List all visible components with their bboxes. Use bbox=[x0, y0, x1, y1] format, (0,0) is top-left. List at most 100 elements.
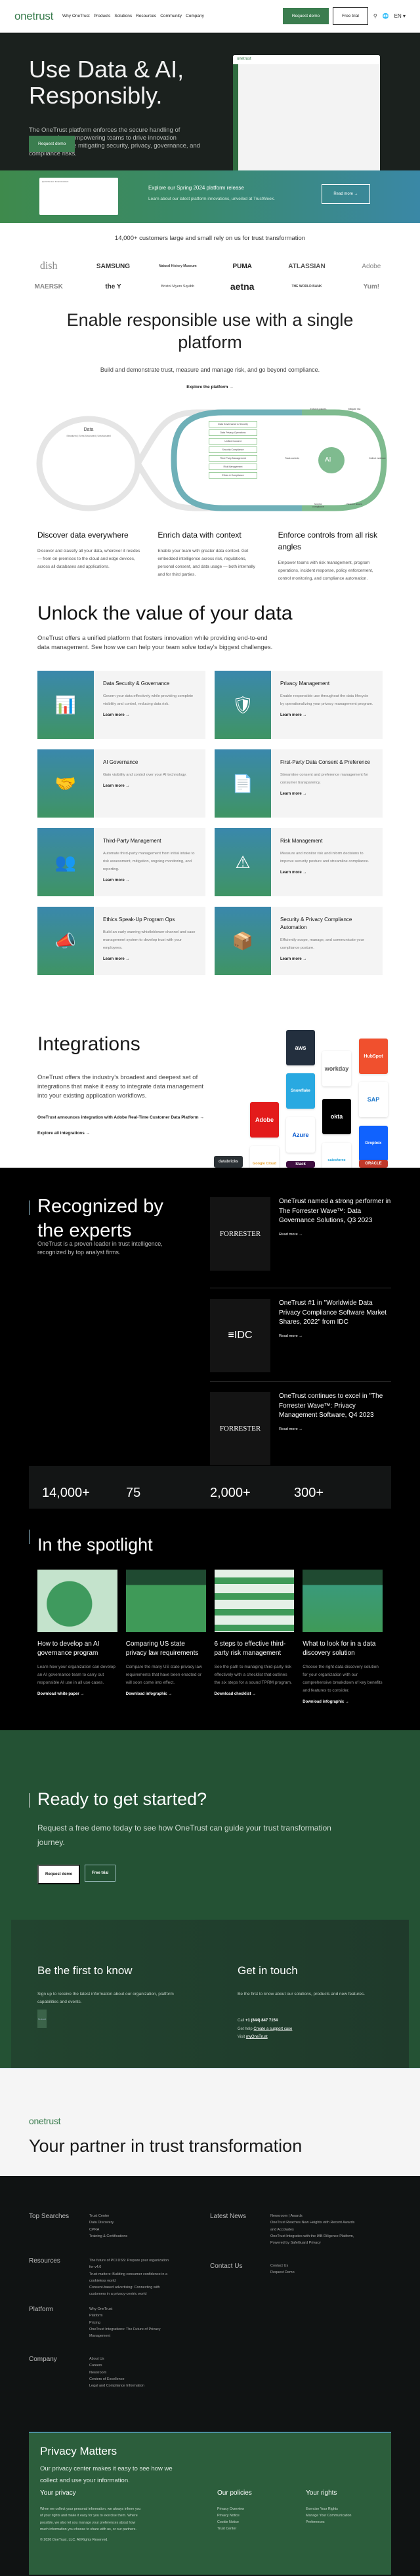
learn-more-link[interactable]: Learn more → bbox=[280, 957, 373, 961]
footer-onetrust-logo[interactable]: onetrust bbox=[29, 2116, 60, 2126]
solution-card[interactable]: 📣 Ethics Speak-Up Program Ops Build an ear… bbox=[37, 907, 205, 975]
download-link[interactable]: Download checklist → bbox=[215, 1692, 295, 1696]
snowflake-tile[interactable]: Snowflake bbox=[286, 1073, 315, 1109]
footer-link[interactable]: Contact Us bbox=[270, 2263, 388, 2269]
policy-link[interactable]: Trust Center bbox=[217, 2526, 306, 2532]
stat-value: 14,000+ bbox=[42, 1486, 90, 1500]
diagram-product: Security Compliance bbox=[209, 446, 257, 453]
nav-company[interactable]: Company bbox=[186, 14, 204, 18]
download-link[interactable]: Download infographic → bbox=[303, 1700, 383, 1704]
learn-more-link[interactable]: Learn more → bbox=[103, 784, 187, 788]
solution-card[interactable]: 📊 Data Security & Governance Govern your d… bbox=[37, 671, 205, 739]
explore-integrations-link[interactable]: Explore all integrations → bbox=[37, 1131, 90, 1136]
learn-more-link[interactable]: Learn more → bbox=[103, 879, 196, 882]
search-icon[interactable]: ⚲ bbox=[373, 13, 377, 19]
nav-products[interactable]: Products bbox=[94, 14, 111, 18]
footer-link[interactable]: The future of PCI DSS: Prepare your orga… bbox=[89, 2257, 171, 2271]
newsletter-submit-button[interactable]: Submit bbox=[37, 2010, 47, 2028]
read-more-link[interactable]: Read more → bbox=[279, 1427, 391, 1431]
solution-card[interactable]: 📄 First-Party Data Consent & Preference St… bbox=[215, 749, 383, 818]
solution-card[interactable]: 🛡 Privacy Management Enable responsible us… bbox=[215, 671, 383, 739]
customer-logos: dish SAMSUNG Natural History Museum PUMA… bbox=[0, 242, 420, 292]
slack-tile[interactable]: Slack bbox=[286, 1161, 315, 1168]
aws-tile[interactable]: aws bbox=[286, 1030, 315, 1065]
download-link[interactable]: Download infographic → bbox=[126, 1692, 206, 1696]
footer-link[interactable]: Platform bbox=[89, 2312, 171, 2319]
ready-free-trial-button[interactable]: Free trial bbox=[85, 1865, 116, 1882]
policy-link[interactable]: Cookie Notice bbox=[217, 2519, 306, 2526]
footer-link[interactable]: OneTrust Integrates with the IAB Diligen… bbox=[270, 2233, 356, 2247]
spotlight-card[interactable]: Comparing US state privacy law requireme… bbox=[125, 1570, 206, 1704]
spotlight-card[interactable]: 6 steps to effective third-party risk ma… bbox=[214, 1570, 295, 1704]
footer-link[interactable]: OneTrust Integrations: The Future of Pri… bbox=[89, 2326, 171, 2340]
footer-link[interactable]: Training & Certifications bbox=[89, 2233, 207, 2240]
rights-link[interactable]: Exercise Your Rights bbox=[306, 2506, 358, 2512]
adobe-tile[interactable]: Adobe bbox=[250, 1102, 279, 1138]
oracle-tile[interactable]: ORACLE bbox=[359, 1160, 388, 1168]
nav-community[interactable]: Community bbox=[160, 14, 182, 18]
learn-more-link[interactable]: Learn more → bbox=[280, 792, 373, 796]
footer-group-resources: Resources The future of PCI DSS: Prepare… bbox=[29, 2257, 171, 2298]
card-text: Build an early warning whistleblower cha… bbox=[103, 930, 196, 950]
learn-more-link[interactable]: Learn more → bbox=[280, 871, 373, 875]
nav-resources[interactable]: Resources bbox=[136, 14, 156, 18]
footer-link[interactable]: Pricing bbox=[89, 2320, 171, 2326]
rights-link[interactable]: Manage Your Communication Preferences bbox=[306, 2512, 358, 2526]
footer-link[interactable]: Newsroom | Awards bbox=[270, 2213, 356, 2219]
learn-more-link[interactable]: Learn more → bbox=[103, 713, 196, 717]
footer-link[interactable]: CPRA bbox=[89, 2227, 207, 2233]
solution-card[interactable]: ⚠ Risk Management Measure and monitor risk… bbox=[215, 828, 383, 896]
spotlight-card[interactable]: How to develop an AI governance program … bbox=[37, 1570, 117, 1704]
phone-number[interactable]: +1 (844) 847 7154 bbox=[245, 2019, 278, 2023]
recognized-section: Recognized by the experts OneTrust is a … bbox=[0, 1168, 420, 1541]
hero-section: Use Data & AI, Responsibly. The OneTrust… bbox=[0, 33, 420, 173]
azure-tile[interactable]: Azure bbox=[286, 1117, 315, 1153]
language-select[interactable]: EN ▾ bbox=[394, 13, 406, 19]
onetrust-logo[interactable]: onetrust bbox=[14, 10, 53, 23]
explore-platform-link[interactable]: Explore the platform → bbox=[186, 385, 234, 389]
support-case-link[interactable]: Create a support case bbox=[253, 2027, 292, 2031]
footer-link[interactable]: Trust Center bbox=[89, 2213, 207, 2219]
footer-link[interactable]: About Us bbox=[89, 2356, 207, 2362]
sap-tile[interactable]: SAP bbox=[359, 1082, 388, 1117]
dropbox-tile[interactable]: Dropbox bbox=[359, 1126, 388, 1161]
solution-card[interactable]: 👥 Third-Party Management Automate third-pa… bbox=[37, 828, 205, 896]
product-screenshot: onetrust bbox=[233, 55, 380, 173]
policy-link[interactable]: Privacy Overview bbox=[217, 2506, 306, 2512]
solution-card[interactable]: 📦 Security & Privacy Compliance Automatio… bbox=[215, 907, 383, 975]
policy-link[interactable]: Privacy Notice bbox=[217, 2512, 306, 2519]
footer-link[interactable]: Careers bbox=[89, 2362, 207, 2369]
okta-tile[interactable]: okta bbox=[322, 1099, 351, 1134]
hero-request-demo-button[interactable]: Request demo bbox=[29, 136, 75, 152]
learn-more-link[interactable]: Learn more → bbox=[280, 713, 373, 717]
footer-link[interactable]: Legal and Compliance Information bbox=[89, 2383, 207, 2389]
read-more-link[interactable]: Read more → bbox=[279, 1334, 391, 1338]
footer-link[interactable]: Data Discovery bbox=[89, 2219, 207, 2226]
ready-request-demo-button[interactable]: Request demo bbox=[37, 1865, 81, 1884]
globe-icon[interactable]: 🌐 bbox=[383, 13, 389, 19]
solution-card[interactable]: 🤝 AI Governance Gain visibility and contro… bbox=[37, 749, 205, 818]
hubspot-tile[interactable]: HubSpot bbox=[359, 1039, 388, 1074]
read-more-link[interactable]: Read more → bbox=[279, 1233, 391, 1237]
ready-section: Ready to get started? Request a free dem… bbox=[0, 1730, 420, 2080]
spotlight-card[interactable]: What to look for in a data discovery sol… bbox=[303, 1570, 383, 1704]
header-free-trial-button[interactable]: Free trial bbox=[333, 7, 368, 25]
footer-link[interactable]: Why OneTrust bbox=[89, 2306, 171, 2312]
footer-link[interactable]: Request Demo bbox=[270, 2269, 388, 2276]
myonetrust-link[interactable]: myOneTrust bbox=[246, 2035, 268, 2039]
header-request-demo-button[interactable]: Request demo bbox=[282, 8, 329, 24]
download-link[interactable]: Download white paper → bbox=[37, 1692, 117, 1696]
footer-link[interactable]: Consent-based advertising: Connecting wi… bbox=[89, 2284, 171, 2298]
databricks-tile[interactable]: databricks bbox=[214, 1156, 243, 1168]
adobe-integration-link[interactable]: OneTrust announces integration with Adob… bbox=[37, 1115, 204, 1120]
nav-why-onetrust[interactable]: Why OneTrust bbox=[62, 14, 90, 18]
footer-link[interactable]: Centers of Excellence bbox=[89, 2376, 207, 2383]
newsletter-text: Sign up to receive the latest informatio… bbox=[37, 1992, 174, 2004]
footer-link[interactable]: Trust matters: Building consumer confide… bbox=[89, 2271, 171, 2285]
footer-link[interactable]: Newsroom bbox=[89, 2369, 207, 2376]
footer-link[interactable]: OneTrust Reaches New Heights with Recent… bbox=[270, 2219, 356, 2233]
banner-read-more-button[interactable]: Read more → bbox=[322, 184, 370, 204]
learn-more-link[interactable]: Learn more → bbox=[103, 957, 196, 961]
workday-tile[interactable]: workday bbox=[322, 1051, 351, 1086]
nav-solutions[interactable]: Solutions bbox=[114, 14, 132, 18]
